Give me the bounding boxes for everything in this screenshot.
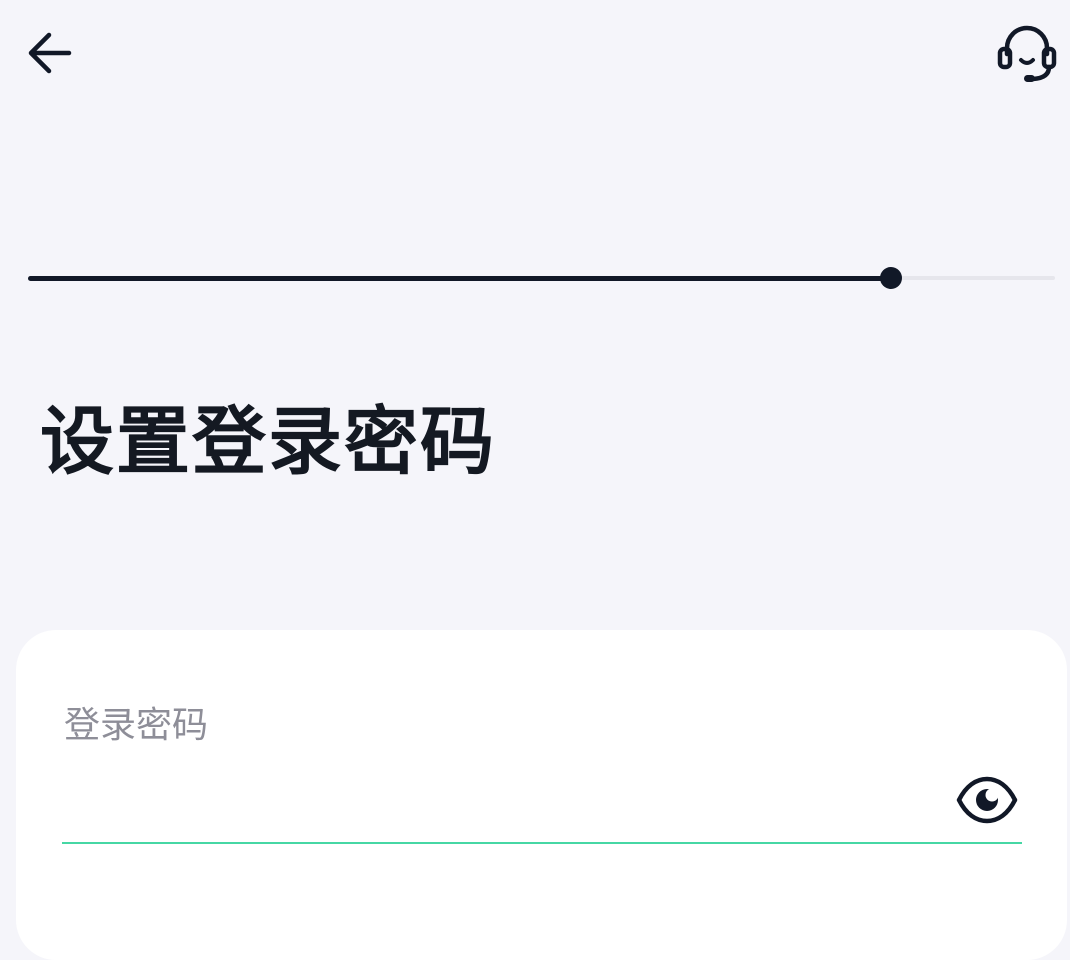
progress-fill	[28, 276, 891, 281]
password-input-underline	[62, 842, 1022, 844]
signup-progress-bar	[28, 265, 1055, 291]
password-input[interactable]	[62, 770, 942, 830]
password-label: 登录密码	[64, 705, 209, 746]
password-card: 登录密码	[16, 630, 1067, 960]
arrow-left-icon	[28, 32, 72, 74]
customer-service-button[interactable]	[990, 18, 1064, 92]
progress-indicator	[879, 267, 902, 289]
back-button[interactable]	[16, 20, 82, 86]
page-title: 设置登录密码	[40, 399, 496, 485]
toggle-password-visibility-button[interactable]	[952, 770, 1022, 830]
eye-icon	[956, 776, 1018, 824]
headset-icon	[997, 25, 1057, 82]
top-bar	[0, 0, 1070, 110]
